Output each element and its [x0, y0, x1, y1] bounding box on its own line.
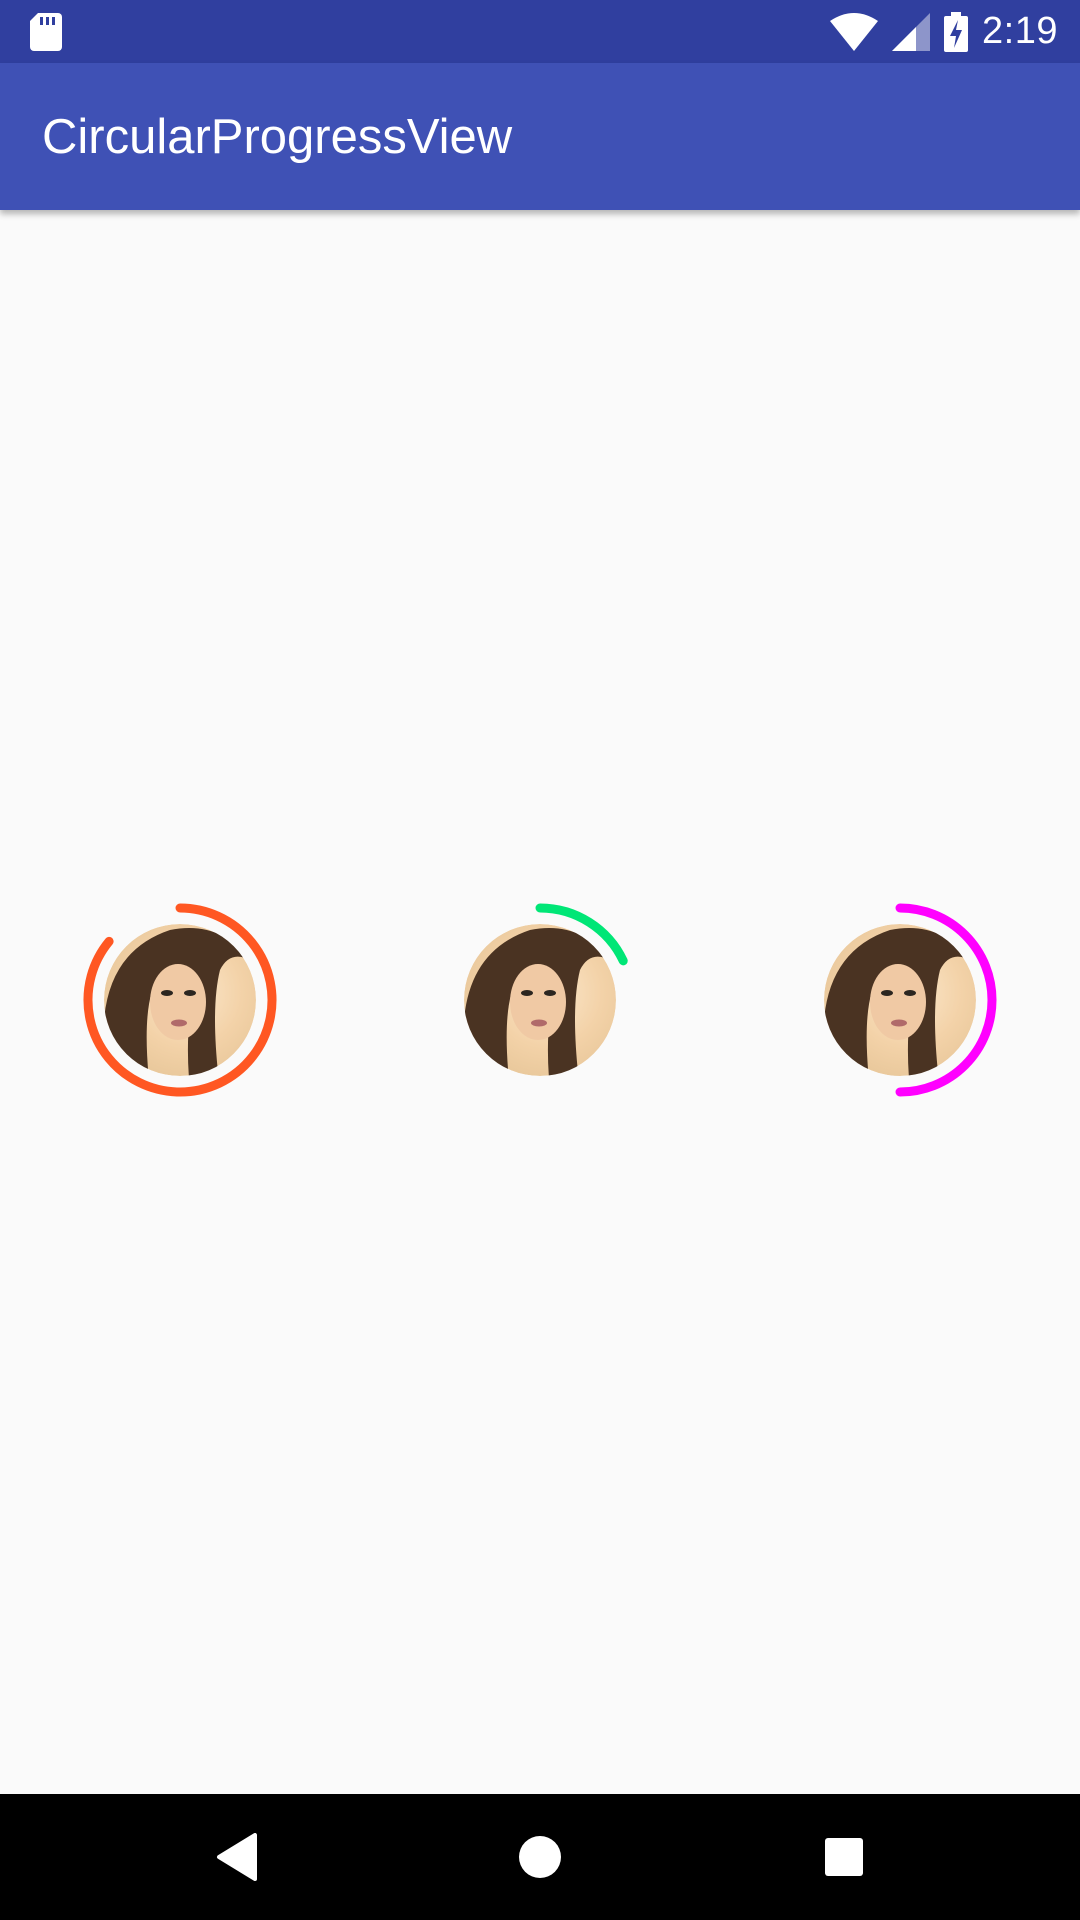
portrait-avatar — [824, 924, 976, 1076]
status-time: 2:19 — [982, 10, 1058, 52]
app-title: CircularProgressView — [42, 110, 513, 164]
recents-button[interactable] — [764, 1794, 924, 1920]
home-icon — [519, 1836, 561, 1878]
app-bar: CircularProgressView — [0, 63, 1080, 210]
main-content — [0, 210, 1080, 1794]
portrait-avatar — [464, 924, 616, 1076]
wifi-icon — [830, 12, 879, 51]
progress-view-green[interactable] — [430, 890, 650, 1110]
battery-charging-icon — [944, 11, 969, 52]
progress-view-magenta[interactable] — [790, 890, 1010, 1110]
navigation-bar — [0, 1794, 1080, 1920]
sd-card-icon — [30, 13, 62, 51]
portrait-avatar — [104, 924, 256, 1076]
back-icon — [217, 1833, 257, 1881]
status-bar: 2:19 — [0, 0, 1080, 63]
home-button[interactable] — [460, 1794, 620, 1920]
cellular-signal-icon — [892, 12, 931, 51]
back-button[interactable] — [157, 1794, 317, 1920]
progress-view-orange[interactable] — [70, 890, 290, 1110]
recents-icon — [825, 1838, 863, 1876]
